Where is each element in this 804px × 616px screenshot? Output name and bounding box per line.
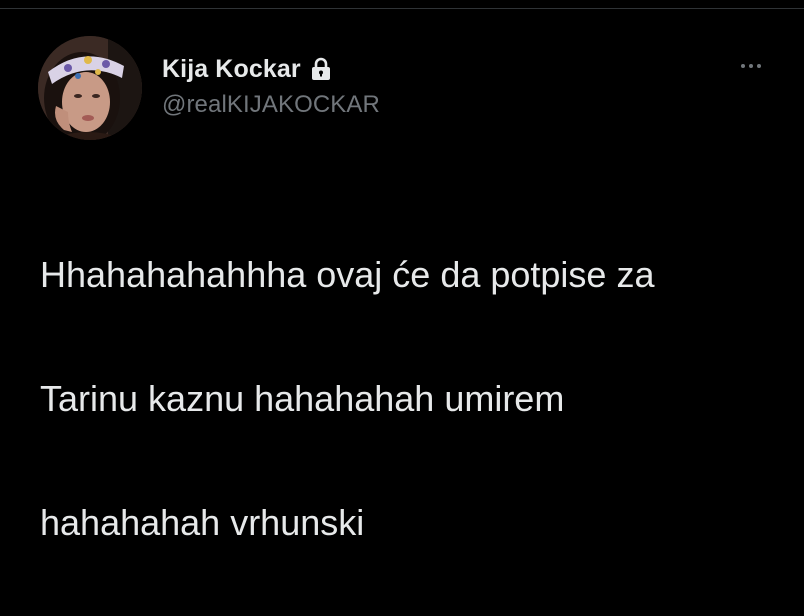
more-dot — [749, 64, 753, 68]
avatar-image — [38, 36, 142, 140]
more-options-button[interactable] — [734, 54, 768, 78]
tweet-text-line: hahahahah vrhunski — [40, 502, 365, 543]
author-name-row: Kija Kockar — [162, 52, 331, 86]
author-handle[interactable]: @realKIJAKOCKAR — [162, 91, 380, 119]
tweet-card[interactable]: Kija Kockar @realKIJAKOCKAR Hhahahahahhh… — [0, 0, 804, 543]
lock-icon — [311, 57, 331, 81]
tweet-text-line: Tarinu kaznu hahahahah umirem — [40, 378, 565, 419]
more-dot — [757, 64, 761, 68]
avatar[interactable] — [38, 36, 142, 140]
tweet-text: Hhahahahahhha ovaj će da potpise za Tari… — [40, 182, 780, 616]
tweet-text-line: Hhahahahahhha ovaj će da potpise za — [40, 254, 655, 295]
author-display-name[interactable]: Kija Kockar — [162, 55, 301, 84]
more-horizontal-icon — [741, 64, 745, 68]
